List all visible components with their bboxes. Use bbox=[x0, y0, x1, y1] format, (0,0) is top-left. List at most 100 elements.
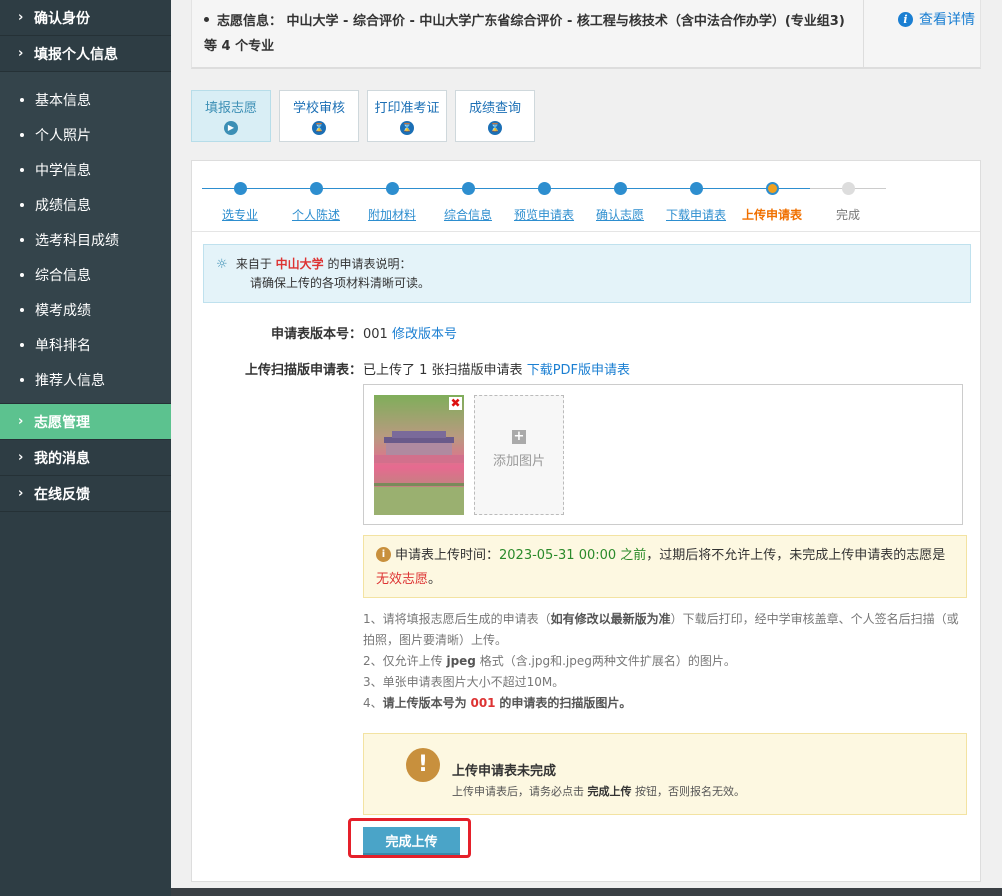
alert-description: 上传申请表后，请务必点击 完成上传 按钮，否则报名无效。 bbox=[452, 785, 745, 798]
step-preview-application[interactable]: 预览申请表 bbox=[514, 206, 574, 223]
sidebar-item-basic-info[interactable]: 基本信息 bbox=[0, 82, 171, 117]
step-select-major[interactable]: 选专业 bbox=[222, 206, 258, 223]
sidebar-item-label: 模考成绩 bbox=[35, 302, 91, 319]
sidebar: › 确认身份 › 填报个人信息 基本信息 个人照片 中学信息 成绩信息 选考科目… bbox=[0, 0, 171, 896]
step-personal-statement[interactable]: 个人陈述 bbox=[292, 206, 340, 223]
sidebar-item-label: 基本信息 bbox=[35, 92, 91, 109]
add-image-label: 添加图片 bbox=[492, 454, 545, 469]
tab-label: 学校审核 bbox=[292, 101, 345, 116]
info-icon: i bbox=[898, 11, 913, 27]
bullet-icon bbox=[20, 97, 24, 102]
hourglass-icon: ⌛ bbox=[488, 121, 502, 135]
sidebar-section-label: 填报个人信息 bbox=[34, 46, 118, 63]
notice-body: 请确保上传的各项材料清晰可读。 bbox=[250, 276, 431, 290]
sidebar-item-recommender[interactable]: 推荐人信息 bbox=[0, 362, 171, 397]
alert-title: 上传申请表未完成 bbox=[452, 764, 557, 779]
chevron-right-icon: › bbox=[18, 10, 24, 25]
step-dot-comprehensive-info bbox=[462, 182, 475, 195]
deadline-time: 2023-05-31 00:00 之前 bbox=[499, 548, 647, 563]
step-dot-select-major bbox=[234, 182, 247, 195]
tab-score-query[interactable]: 成绩查询 ⌛ bbox=[455, 90, 535, 142]
tab-label: 打印准考证 bbox=[374, 101, 440, 116]
hourglass-icon: ⌛ bbox=[400, 121, 414, 135]
version-label: 申请表版本号： bbox=[270, 327, 362, 342]
sidebar-section-label: 我的消息 bbox=[34, 450, 90, 467]
sidebar-section-feedback[interactable]: › 在线反馈 bbox=[0, 476, 171, 512]
sidebar-item-photo[interactable]: 个人照片 bbox=[0, 117, 171, 152]
step-comprehensive-info[interactable]: 综合信息 bbox=[444, 206, 492, 223]
bullet-icon bbox=[20, 202, 24, 207]
upload-status-row: 已上传了 1 张扫描版申请表 下载PDF版申请表 bbox=[363, 359, 630, 378]
tab-print-admission[interactable]: 打印准考证 ⌛ bbox=[367, 90, 447, 142]
bullet-icon bbox=[204, 17, 209, 22]
deadline-end: 。 bbox=[428, 572, 442, 587]
tab-school-review[interactable]: 学校审核 ⌛ bbox=[279, 90, 359, 142]
edit-version-link[interactable]: 修改版本号 bbox=[392, 327, 457, 342]
step-upload-application: 上传申请表 bbox=[741, 208, 803, 222]
step-dot-personal-statement bbox=[310, 182, 323, 195]
add-image-button[interactable]: + 添加图片 bbox=[474, 395, 564, 515]
bullet-icon bbox=[20, 307, 24, 312]
main-content: 志愿信息： 中山大学 - 综合评价 - 中山大学广东省综合评价 - 核工程与核技… bbox=[171, 0, 1002, 896]
rule-3: 3、单张申请表图片大小不超过10M。 bbox=[363, 675, 565, 689]
plus-icon: + bbox=[512, 429, 526, 444]
sidebar-item-label: 单科排名 bbox=[35, 337, 91, 354]
chevron-right-icon: › bbox=[18, 414, 24, 429]
sidebar-item-label: 综合信息 bbox=[35, 267, 91, 284]
download-pdf-link[interactable]: 下载PDF版申请表 bbox=[527, 363, 630, 378]
info-icon: i bbox=[376, 547, 391, 562]
deadline-notice: i 申请表上传时间：2023-05-31 00:00 之前，过期后将不允许上传，未… bbox=[363, 535, 967, 598]
step-dot-confirm-choice bbox=[614, 182, 627, 195]
step-dot-complete bbox=[842, 182, 855, 195]
sidebar-section-confirm-identity[interactable]: › 确认身份 bbox=[0, 0, 171, 36]
upload-panel: 选专业 个人陈述 附加材料 综合信息 预览申请表 确认志愿 下载申请表 上传申请表 完成 ☼ 来… bbox=[191, 160, 981, 882]
school-notice: ☼ 来自于 中山大学 的申请表说明： 请确保上传的各项材料清晰可读。 bbox=[203, 244, 971, 303]
upload-area: ✖ + 添加图片 bbox=[363, 384, 963, 525]
step-complete: 完成 bbox=[835, 208, 861, 222]
sidebar-section-personal-info[interactable]: › 填报个人信息 bbox=[0, 36, 171, 72]
view-details-link[interactable]: i 查看详情 bbox=[898, 9, 975, 29]
sidebar-item-elective-grades[interactable]: 选考科目成绩 bbox=[0, 222, 171, 257]
step-confirm-choice[interactable]: 确认志愿 bbox=[596, 206, 644, 223]
bullet-icon bbox=[20, 237, 24, 242]
step-dot-download-application bbox=[690, 182, 703, 195]
version-value-row: 001 修改版本号 bbox=[363, 323, 457, 342]
rule-1: 1、请将填报志愿后生成的申请表（如有修改以最新版为准）下载后打印，经中学审核盖章… bbox=[363, 612, 959, 647]
upload-rules: 1、请将填报志愿后生成的申请表（如有修改以最新版为准）下载后打印，经中学审核盖章… bbox=[363, 609, 967, 714]
exclamation-icon: ! bbox=[406, 748, 440, 782]
sidebar-item-label: 选考科目成绩 bbox=[35, 232, 119, 249]
chevron-right-icon: › bbox=[18, 450, 24, 465]
bullet-icon bbox=[20, 342, 24, 347]
tab-label: 成绩查询 bbox=[468, 101, 521, 116]
sidebar-item-school-info[interactable]: 中学信息 bbox=[0, 152, 171, 187]
upload-label: 上传扫描版申请表： bbox=[244, 363, 362, 378]
upload-status: 已上传了 1 张扫描版申请表 bbox=[363, 363, 523, 378]
sidebar-item-subject-rank[interactable]: 单科排名 bbox=[0, 327, 171, 362]
chevron-right-icon: › bbox=[18, 46, 24, 61]
step-download-application[interactable]: 下载申请表 bbox=[666, 206, 726, 223]
application-info-box: 志愿信息： 中山大学 - 综合评价 - 中山大学广东省综合评价 - 核工程与核技… bbox=[191, 0, 981, 69]
sidebar-section-messages[interactable]: › 我的消息 bbox=[0, 440, 171, 476]
deadline-middle: ，过期后将不允许上传，未完成上传申请表的志愿是 bbox=[646, 548, 946, 563]
divider bbox=[192, 231, 980, 232]
uploaded-image-thumbnail[interactable] bbox=[374, 395, 464, 515]
step-attachments[interactable]: 附加材料 bbox=[368, 206, 416, 223]
tab-fill-application[interactable]: 填报志愿 ▶ bbox=[191, 90, 271, 142]
step-dot-upload-application bbox=[766, 182, 779, 195]
finish-button-highlight: 完成上传 bbox=[348, 818, 471, 858]
sidebar-item-comprehensive-info[interactable]: 综合信息 bbox=[0, 257, 171, 292]
sidebar-item-grades[interactable]: 成绩信息 bbox=[0, 187, 171, 222]
tab-label: 填报志愿 bbox=[204, 101, 257, 116]
bullet-icon bbox=[20, 272, 24, 277]
rule-4: 4、请上传版本号为 001 的申请表的扫描版图片。 bbox=[363, 696, 632, 710]
sidebar-section-label: 志愿管理 bbox=[34, 414, 90, 431]
bottom-bar bbox=[171, 888, 1002, 896]
step-dot-attachments bbox=[386, 182, 399, 195]
sidebar-section-applications[interactable]: › 志愿管理 bbox=[0, 404, 171, 440]
bullet-icon bbox=[20, 167, 24, 172]
incomplete-alert: ! 上传申请表未完成 上传申请表后，请务必点击 完成上传 按钮，否则报名无效。 bbox=[363, 733, 967, 815]
sidebar-section-label: 在线反馈 bbox=[34, 486, 90, 503]
delete-image-icon[interactable]: ✖ bbox=[449, 397, 462, 410]
sidebar-item-mock-grades[interactable]: 模考成绩 bbox=[0, 292, 171, 327]
finish-upload-button[interactable]: 完成上传 bbox=[363, 827, 460, 855]
